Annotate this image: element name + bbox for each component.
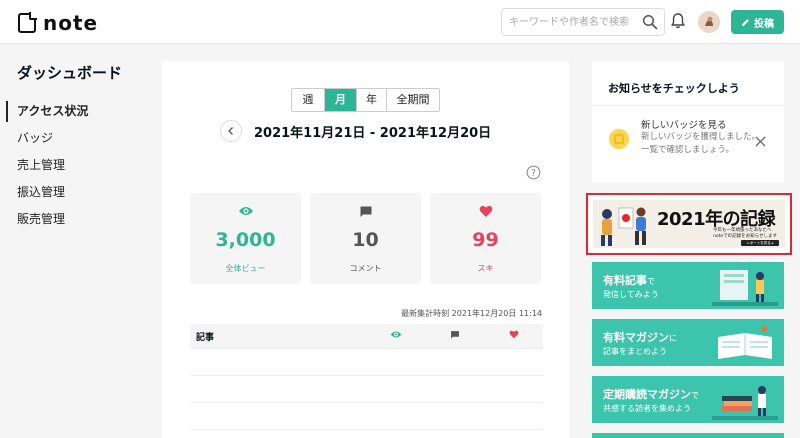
views-label: 全体ビュー: [225, 264, 266, 273]
note-logo[interactable]: note: [18, 11, 98, 35]
table-row-divider: [190, 402, 543, 403]
likes-column-header[interactable]: [508, 330, 520, 342]
heart-icon: [509, 330, 519, 339]
notice-item-title[interactable]: 新しいバッジを見る: [641, 117, 727, 131]
book-stack-illustration-icon: [712, 386, 778, 420]
last-updated: 最新集計時刻 2021年12月20日 11:14: [401, 309, 542, 318]
stat-comments: 10 コメント: [310, 193, 421, 284]
heart-icon: [479, 205, 492, 217]
promo-subtitle: 記事をまとめよう: [603, 347, 667, 356]
sidebar-title: ダッシュボード: [17, 64, 123, 82]
badge-icon: [609, 129, 629, 149]
notice-title: お知らせをチェックしよう: [608, 82, 740, 95]
notice-item-description: 新しいバッジを獲得しました。一覧で確認しましょう。: [641, 132, 761, 155]
book-reader-illustration-icon: [712, 270, 778, 306]
comments-count: 10: [352, 229, 379, 251]
promo-title-suffix: で: [647, 277, 655, 286]
sidebar-item-transfers[interactable]: 振込管理: [6, 179, 88, 206]
likes-count: 99: [472, 229, 499, 251]
sidebar-item-sales[interactable]: 売上管理: [6, 152, 88, 179]
header: note 投稿: [0, 0, 800, 44]
views-column-header[interactable]: [390, 330, 402, 342]
prev-period-button[interactable]: [220, 120, 242, 142]
promo-subtitle: 共感する読者を集めよう: [603, 404, 691, 413]
date-range: 2021年11月21日 - 2021年12月20日: [254, 125, 492, 141]
comment-icon: [451, 331, 459, 339]
year-record-banner[interactable]: 2021年の記録 今年も一年頑張ったあなたへ noteでの記録をお知らせします …: [586, 193, 792, 255]
avatar-image: [698, 11, 720, 33]
divider: [592, 105, 784, 106]
tab-month[interactable]: 月: [325, 89, 357, 111]
promo-paid-magazine[interactable]: 有料マガジンに 記事をまとめよう: [592, 319, 784, 366]
comment-icon: [360, 206, 371, 217]
close-icon[interactable]: [755, 136, 766, 147]
table-row-divider: [190, 375, 543, 376]
promo-title: 有料記事: [603, 274, 647, 287]
promo-next-partial[interactable]: [592, 433, 784, 438]
illustration-people-icon: [601, 207, 646, 246]
period-tabs: 週 月 年 全期間: [291, 88, 440, 112]
comments-label: コメント: [349, 264, 382, 273]
search-box: [501, 8, 665, 36]
likes-label: スキ: [477, 264, 494, 273]
promo-title-suffix: で: [691, 391, 699, 400]
sidebar-item-sales-management[interactable]: 販売管理: [6, 206, 88, 233]
stat-views: 3,000 全体ビュー: [190, 193, 301, 284]
pencil-icon: [741, 18, 749, 26]
year-record-subtitle: 今年も一年頑張ったあなたへ noteでの記録をお知らせします: [713, 228, 778, 239]
eye-icon: [238, 207, 253, 215]
search-icon[interactable]: [642, 14, 658, 30]
article-column-header: 記事: [196, 333, 215, 343]
views-count: 3,000: [215, 229, 276, 251]
table-row-divider: [190, 348, 543, 349]
badge-emblem-icon: [609, 129, 629, 149]
sidebar-item-badges[interactable]: バッジ: [6, 125, 88, 152]
post-button-label: 投稿: [754, 18, 774, 30]
open-book-illustration-icon: [718, 326, 772, 359]
article-table-header: 記事: [190, 324, 543, 348]
sidebar-item-access[interactable]: アクセス状況: [6, 98, 88, 125]
promo-subscription-magazine[interactable]: 定期購読マガジンで 共感する読者を集めよう: [592, 376, 784, 423]
eye-icon: [390, 331, 402, 338]
tab-year[interactable]: 年: [357, 89, 387, 111]
table-row-divider: [190, 429, 543, 430]
help-icon[interactable]: ?: [526, 165, 541, 180]
note-logo-icon: [18, 12, 37, 33]
tab-all-time[interactable]: 全期間: [387, 89, 439, 111]
promo-title-suffix: に: [669, 334, 677, 343]
sidebar-nav: アクセス状況 バッジ 売上管理 振込管理 販売管理: [6, 98, 88, 233]
comments-column-header[interactable]: [449, 330, 461, 342]
promo-title: 有料マガジン: [603, 331, 669, 344]
post-button[interactable]: 投稿: [731, 10, 784, 34]
avatar[interactable]: [698, 11, 720, 33]
access-panel: 週 月 年 全期間 2021年11月21日 - 2021年12月20日 ? 3,…: [162, 61, 569, 438]
promo-subtitle: 発信してみよう: [603, 290, 659, 299]
logo-text: note: [43, 11, 99, 35]
tab-week[interactable]: 週: [292, 89, 325, 111]
search-input[interactable]: [502, 9, 634, 35]
promo-paid-article[interactable]: 有料記事で 発信してみよう: [592, 262, 784, 309]
notice-card: お知らせをチェックしよう 新しいバッジを見る 新しいバッジを獲得しました。一覧で…: [592, 61, 784, 183]
svg-text:?: ?: [531, 168, 536, 179]
view-report-button[interactable]: レポートを見る ▸: [741, 240, 779, 246]
bell-icon[interactable]: [670, 12, 686, 30]
stat-likes: 99 スキ: [430, 193, 541, 284]
year-record-banner-image: 2021年の記録 今年も一年頑張ったあなたへ noteでの記録をお知らせします …: [593, 200, 785, 248]
date-row: 2021年11月21日 - 2021年12月20日: [220, 120, 491, 142]
promo-title: 定期購読マガジン: [603, 388, 691, 401]
chevron-left-icon: [228, 127, 233, 135]
